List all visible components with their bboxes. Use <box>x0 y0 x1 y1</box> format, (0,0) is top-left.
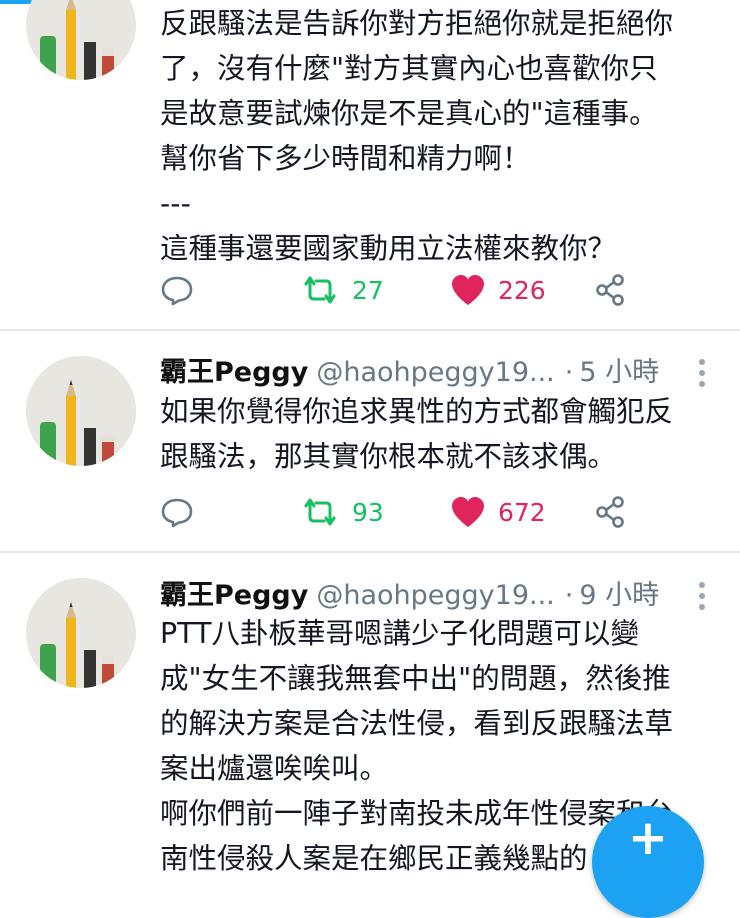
share-icon <box>596 274 624 306</box>
like-button[interactable]: 226 <box>450 270 546 310</box>
reply-button[interactable] <box>160 492 194 532</box>
compose-icon: + <box>627 810 669 866</box>
tweet-text: 如果你覺得你追求異性的方式都會觸犯反 跟騷法，那其實你根本就不該求偶。 <box>160 389 720 479</box>
more-vertical-icon[interactable] <box>692 576 712 616</box>
tweet-text-line: 跟騷法，那其實你根本就不該求偶。 <box>160 440 617 473</box>
tweet-header: 霸王Peggy @haohpeggy19... · 9 小時 <box>160 573 659 613</box>
tweet-text-line: --- <box>160 187 191 220</box>
retweet-icon <box>304 498 336 526</box>
retweet-count: 27 <box>352 275 384 305</box>
retweet-button[interactable]: 27 <box>300 270 384 310</box>
reply-button[interactable] <box>160 270 194 310</box>
tweet-text-line: 如果你覺得你追求異性的方式都會觸犯反 <box>160 395 674 428</box>
retweet-icon <box>304 276 336 304</box>
tweet-text-line: 成"女生不讓我無套中出"的問題，然後推 <box>160 662 671 695</box>
tweet-text-line: 幫你省下多少時間和精力啊！ <box>160 142 531 175</box>
retweet-button[interactable]: 93 <box>300 492 384 532</box>
share-button[interactable] <box>594 270 628 310</box>
tweet-text-line: PTT八卦板華哥嗯講少子化問題可以變 <box>160 617 640 650</box>
display-name[interactable]: 霸王Peggy <box>160 580 308 611</box>
reply-icon <box>161 498 193 528</box>
avatar[interactable] <box>26 578 136 688</box>
separator-dot: · <box>564 580 574 611</box>
display-name[interactable]: 霸王Peggy <box>160 357 308 388</box>
tweet-text-line: 案出爐還唉唉叫。 <box>160 752 389 785</box>
tweet-divider <box>0 329 740 331</box>
tweet-text: 反跟騷法是告訴你對方拒絕你就是拒絕你 了，沒有什麼"對方其實內心也喜歡你只 是故… <box>160 1 720 271</box>
separator-dot: · <box>564 357 574 388</box>
timestamp: 5 小時 <box>579 357 660 388</box>
avatar[interactable] <box>26 356 136 466</box>
share-icon <box>596 496 624 528</box>
more-vertical-icon[interactable] <box>692 353 712 393</box>
user-handle[interactable]: @haohpeggy19... <box>316 580 554 611</box>
compose-button[interactable]: + <box>592 806 704 918</box>
timestamp: 9 小時 <box>579 580 660 611</box>
tweet-actions: 27 226 <box>160 270 640 310</box>
share-button[interactable] <box>594 492 628 532</box>
tweet-text-line: 的解決方案是合法性侵，看到反跟騷法草 <box>160 707 674 740</box>
like-button[interactable]: 672 <box>450 492 546 532</box>
like-count: 226 <box>498 275 546 305</box>
heart-icon <box>452 497 484 527</box>
avatar[interactable] <box>26 0 136 80</box>
tweet-header: 霸王Peggy @haohpeggy19... · 5 小時 <box>160 350 659 390</box>
tweet-text-line: 是故意要試煉你是不是真心的"這種事。 <box>160 97 658 130</box>
tweet-divider <box>0 551 740 553</box>
tweet-text-line: 這種事還要國家動用立法權來教你？ <box>160 232 617 265</box>
tweet-actions: 93 672 <box>160 492 640 532</box>
like-count: 672 <box>498 497 546 527</box>
tweet-text-line: 反跟騷法是告訴你對方拒絕你就是拒絕你 <box>160 7 674 40</box>
heart-icon <box>452 275 484 305</box>
tweet-text-line: 了，沒有什麼"對方其實內心也喜歡你只 <box>160 52 658 85</box>
user-handle[interactable]: @haohpeggy19... <box>316 357 554 388</box>
retweet-count: 93 <box>352 497 384 527</box>
reply-icon <box>161 276 193 306</box>
